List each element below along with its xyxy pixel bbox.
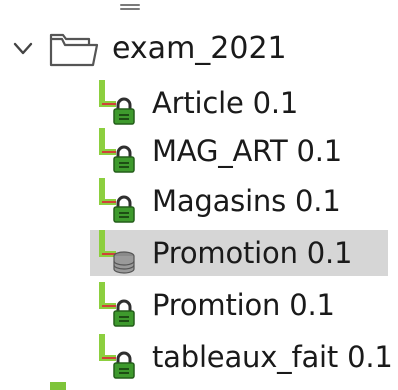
tree-item-promotion[interactable]: Promotion 0.1 [90,230,388,276]
folder-label: exam_2021 [112,31,287,66]
tree-item-mag-art[interactable]: MAG_ART 0.1 [90,128,388,174]
lock-icon [113,97,135,125]
folder-icon [49,33,99,67]
lock-icon [113,195,135,223]
tree-item-label: Magasins 0.1 [152,184,341,218]
lock-icon [113,351,135,379]
tree-item-magasins[interactable]: Magasins 0.1 [90,178,388,224]
database-icon [113,251,135,274]
tree-item-label: Article 0.1 [152,86,299,120]
lock-icon [113,145,135,173]
next-row-connector-icon [50,382,66,390]
repository-tree: exam_2021 Article 0.1 MAG_ART 0.1 Magasi… [0,0,398,390]
tree-item-promtion[interactable]: Promtion 0.1 [90,282,388,328]
tree-item-label: MAG_ART 0.1 [152,134,343,168]
tree-item-label: Promotion 0.1 [152,236,353,270]
tree-folder-exam-2021[interactable]: exam_2021 [0,26,398,70]
tree-item-label: tableaux_fait 0.1 [152,340,393,374]
lock-icon [113,299,135,327]
tree-item-tableaux-fait[interactable]: tableaux_fait 0.1 [90,334,393,380]
chevron-down-icon[interactable] [12,40,34,58]
tree-item-article[interactable]: Article 0.1 [90,80,388,126]
collapsed-rows-indicator-icon [120,4,140,12]
tree-item-label: Promtion 0.1 [152,288,335,322]
